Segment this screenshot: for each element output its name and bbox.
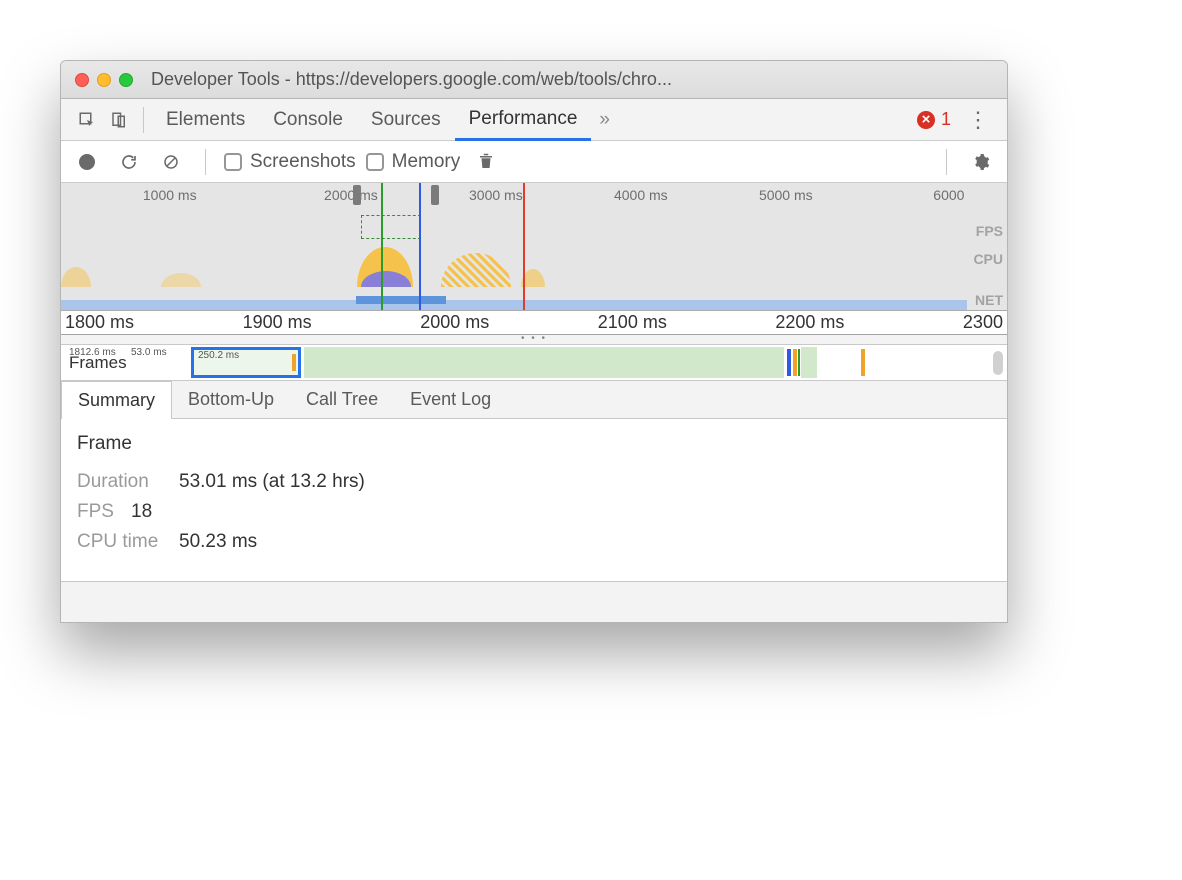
cpu-key: CPU time: [77, 531, 167, 553]
summary-row-duration: Duration 53.01 ms (at 13.2 hrs): [77, 471, 991, 493]
frames-track[interactable]: Frames 1812.6 ms 53.0 ms 250.2 ms: [61, 345, 1007, 381]
tab-console[interactable]: Console: [259, 99, 357, 141]
duration-key: Duration: [77, 471, 167, 493]
settings-gear-icon[interactable]: [965, 146, 997, 178]
inspect-icon[interactable]: [71, 104, 103, 136]
memory-checkbox[interactable]: Memory: [366, 151, 461, 173]
net-activity: [356, 296, 446, 304]
separator: [946, 149, 947, 175]
fps-key: FPS: [77, 501, 119, 523]
frame-time: 250.2 ms: [198, 350, 302, 361]
clear-button[interactable]: [155, 146, 187, 178]
frame-block[interactable]: [304, 347, 784, 378]
marker-red: [523, 183, 525, 310]
tab-elements[interactable]: Elements: [152, 99, 259, 141]
delete-button[interactable]: [470, 146, 502, 178]
fps-marker: [361, 215, 421, 239]
tab-summary[interactable]: Summary: [61, 381, 172, 419]
frame-time: 53.0 ms: [131, 347, 167, 358]
frame-marker: [861, 349, 865, 376]
cpu-label: CPU: [973, 251, 1003, 267]
devtools-window: Developer Tools - https://developers.goo…: [60, 60, 1008, 623]
cpu-value: 50.23 ms: [179, 531, 257, 553]
error-icon: [917, 111, 935, 129]
devtools-tabs: Elements Console Sources Performance » 1…: [61, 99, 1007, 141]
separator: [143, 107, 144, 133]
memory-label: Memory: [392, 151, 461, 173]
ruler-tick: 2200 ms: [775, 312, 953, 333]
time-tick: 1000 ms: [143, 187, 197, 203]
reload-button[interactable]: [113, 146, 145, 178]
cpu-track: [61, 241, 967, 287]
tab-call-tree[interactable]: Call Tree: [290, 381, 394, 418]
more-tabs-icon[interactable]: »: [591, 109, 618, 131]
error-badge[interactable]: 1: [917, 109, 951, 130]
frame-marker: [793, 349, 797, 376]
scrollbar-thumb[interactable]: [993, 351, 1003, 375]
detail-tabs: Summary Bottom-Up Call Tree Event Log: [61, 381, 1007, 419]
summary-title: Frame: [77, 433, 991, 455]
screenshots-checkbox[interactable]: Screenshots: [224, 151, 356, 173]
range-handle-left[interactable]: [353, 185, 361, 205]
tab-performance[interactable]: Performance: [455, 99, 592, 141]
error-count: 1: [941, 109, 951, 130]
range-handle-right[interactable]: [431, 185, 439, 205]
fps-value: 18: [131, 501, 152, 523]
screenshots-label: Screenshots: [250, 151, 356, 173]
time-tick: 2000 ms: [324, 187, 378, 203]
ruler-tick: 2100 ms: [598, 312, 776, 333]
net-label: NET: [975, 292, 1003, 308]
kebab-menu-icon[interactable]: ⋮: [959, 107, 997, 133]
ruler-tick: 2300: [953, 312, 1003, 333]
marker-green: [381, 183, 383, 310]
net-track: [61, 300, 967, 310]
titlebar: Developer Tools - https://developers.goo…: [61, 61, 1007, 99]
frame-marker: [787, 349, 791, 376]
record-button[interactable]: [71, 146, 103, 178]
time-tick: 5000 ms: [759, 187, 813, 203]
ruler-tick: 1900 ms: [243, 312, 421, 333]
ruler-tick: 1800 ms: [65, 312, 243, 333]
duration-value: 53.01 ms (at 13.2 hrs): [179, 471, 365, 493]
frame-block[interactable]: [801, 347, 817, 378]
minimize-window-button[interactable]: [97, 73, 111, 87]
selected-frame[interactable]: 250.2 ms: [191, 347, 301, 378]
tab-sources[interactable]: Sources: [357, 99, 455, 141]
tab-bottom-up[interactable]: Bottom-Up: [172, 381, 290, 418]
separator: [205, 149, 206, 175]
time-tick: 6000: [933, 187, 964, 203]
marker-blue: [419, 183, 421, 310]
detail-ruler[interactable]: 1800 ms 1900 ms 2000 ms 2100 ms 2200 ms …: [61, 311, 1007, 335]
maximize-window-button[interactable]: [119, 73, 133, 87]
blank-area: [61, 582, 1007, 622]
summary-row-fps: FPS 18: [77, 501, 991, 523]
ruler-tick: 2000 ms: [420, 312, 598, 333]
checkbox-icon: [366, 153, 384, 171]
frame-marker: [798, 349, 800, 376]
fps-label: FPS: [976, 223, 1003, 239]
summary-pane: Frame Duration 53.01 ms (at 13.2 hrs) FP…: [61, 419, 1007, 582]
perf-toolbar: Screenshots Memory: [61, 141, 1007, 183]
tab-event-log[interactable]: Event Log: [394, 381, 507, 418]
frame-time: 1812.6 ms: [69, 347, 116, 358]
close-window-button[interactable]: [75, 73, 89, 87]
time-tick: 3000 ms: [469, 187, 523, 203]
timeline-overview[interactable]: 1000 ms 2000 ms 3000 ms 4000 ms 5000 ms …: [61, 183, 1007, 311]
time-tick: 4000 ms: [614, 187, 668, 203]
resize-handle[interactable]: • • •: [61, 335, 1007, 345]
summary-row-cpu: CPU time 50.23 ms: [77, 531, 991, 553]
checkbox-icon: [224, 153, 242, 171]
device-toggle-icon[interactable]: [103, 104, 135, 136]
window-title: Developer Tools - https://developers.goo…: [151, 69, 672, 90]
traffic-lights: [75, 73, 133, 87]
overview-time-axis: 1000 ms 2000 ms 3000 ms 4000 ms 5000 ms …: [61, 187, 967, 205]
